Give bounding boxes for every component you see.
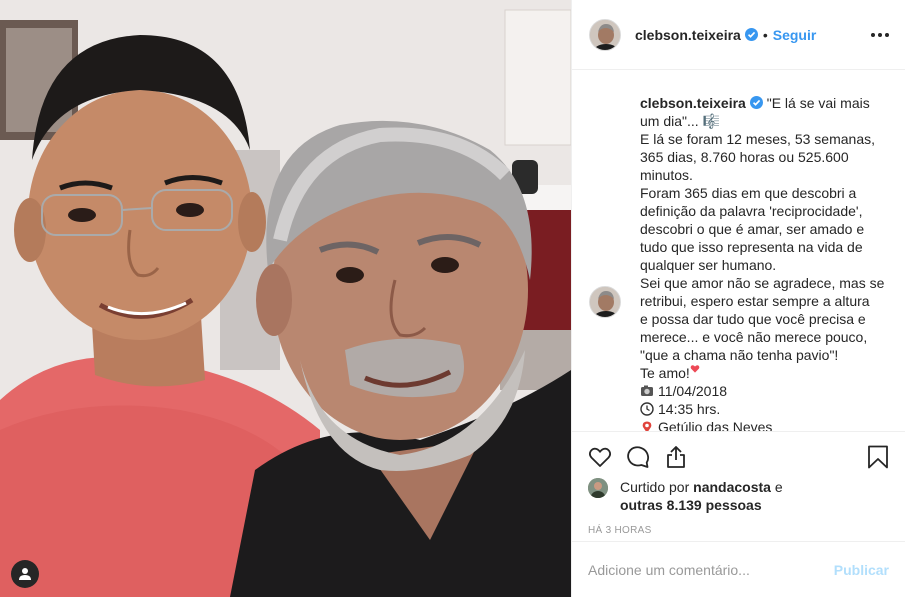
- caption-line: Foram 365 dias em que descobri a: [640, 185, 857, 201]
- caption-line: definição da palavra 'reciprocidade',: [640, 203, 863, 219]
- bookmark-icon[interactable]: [867, 445, 889, 469]
- caption-line: tudo que isso representa na vida de: [640, 239, 863, 255]
- verified-badge-icon: [744, 28, 758, 41]
- author-avatar[interactable]: [589, 18, 621, 51]
- caption-line: um dia"... 🎼: [640, 113, 720, 129]
- post-time: 14:35 hrs.: [658, 401, 721, 417]
- tag-person-icon[interactable]: [11, 560, 39, 588]
- caption-line: "E lá se vai mais: [766, 95, 870, 111]
- caption-line: E lá se foram 12 meses, 53 semanas,: [640, 131, 875, 147]
- caption-line: retribui, espero estar sempre a altura: [640, 293, 870, 309]
- likes-count[interactable]: outras 8.139 pessoas: [620, 497, 762, 513]
- likes-conjunction: e: [774, 479, 783, 495]
- post-actions: Curtido por nandacosta e outras 8.139 pe…: [572, 431, 905, 536]
- share-icon[interactable]: [664, 445, 688, 469]
- caption-line: 365 dias, 8.760 horas ou 525.600: [640, 149, 849, 165]
- post-header: clebson.teixeira • Seguir: [572, 0, 905, 70]
- caption-text: clebson.teixeira "E lá se vai mais um di…: [640, 94, 889, 431]
- caption: clebson.teixeira "E lá se vai mais um di…: [589, 94, 889, 431]
- caption-line: Te amo!: [640, 365, 690, 381]
- caption-line: qualquer ser humano.: [640, 257, 777, 273]
- post-date: 11/04/2018: [658, 383, 728, 399]
- heart-icon[interactable]: [588, 445, 612, 469]
- action-icons: [588, 432, 889, 482]
- caption-line: minutos.: [640, 167, 693, 183]
- publish-button[interactable]: Publicar: [834, 562, 889, 578]
- author-username[interactable]: clebson.teixeira: [635, 27, 741, 43]
- camera-emoji-icon: [641, 385, 653, 396]
- post-location: Getúlio das Neves: [658, 419, 773, 431]
- comments-section[interactable]: clebson.teixeira "E lá se vai mais um di…: [572, 71, 905, 431]
- pin-emoji-icon: [642, 421, 652, 431]
- caption-line: "que a chama não tenha pavio"!: [640, 347, 839, 363]
- caption-avatar[interactable]: [589, 286, 621, 318]
- add-comment-bar: Publicar: [572, 541, 905, 597]
- likes-text: Curtido por nandacosta e outras 8.139 pe…: [620, 478, 783, 514]
- caption-line: descobri o que é amar, ser amado e: [640, 221, 865, 237]
- follow-button[interactable]: Seguir: [773, 27, 817, 43]
- caption-line: merece... e você não merece pouco,: [640, 329, 868, 345]
- selfie-illustration: [0, 0, 571, 597]
- header-separator: •: [762, 26, 768, 43]
- clock-emoji-icon: [640, 402, 654, 416]
- more-options-icon[interactable]: [871, 27, 889, 43]
- instagram-post: clebson.teixeira • Seguir clebson.teixei…: [0, 0, 905, 597]
- liker-avatar[interactable]: [588, 478, 608, 498]
- caption-line: Sei que amor não se agradece, mas se: [640, 275, 885, 291]
- liker-username[interactable]: nandacosta: [693, 479, 771, 495]
- post-panel: clebson.teixeira • Seguir clebson.teixei…: [571, 0, 905, 597]
- comment-icon[interactable]: [626, 445, 650, 469]
- likes-summary: Curtido por nandacosta e outras 8.139 pe…: [588, 478, 889, 514]
- post-timestamp[interactable]: HÁ 3 HORAS: [588, 525, 889, 536]
- post-photo[interactable]: [0, 0, 571, 597]
- caption-username[interactable]: clebson.teixeira: [640, 95, 746, 111]
- comment-input[interactable]: [588, 561, 834, 578]
- caption-line: e possa dar tudo que você precisa e: [640, 311, 866, 327]
- verified-badge-icon: [749, 96, 763, 109]
- heart-emoji-icon: [690, 365, 700, 373]
- likes-prefix: Curtido por: [620, 479, 690, 495]
